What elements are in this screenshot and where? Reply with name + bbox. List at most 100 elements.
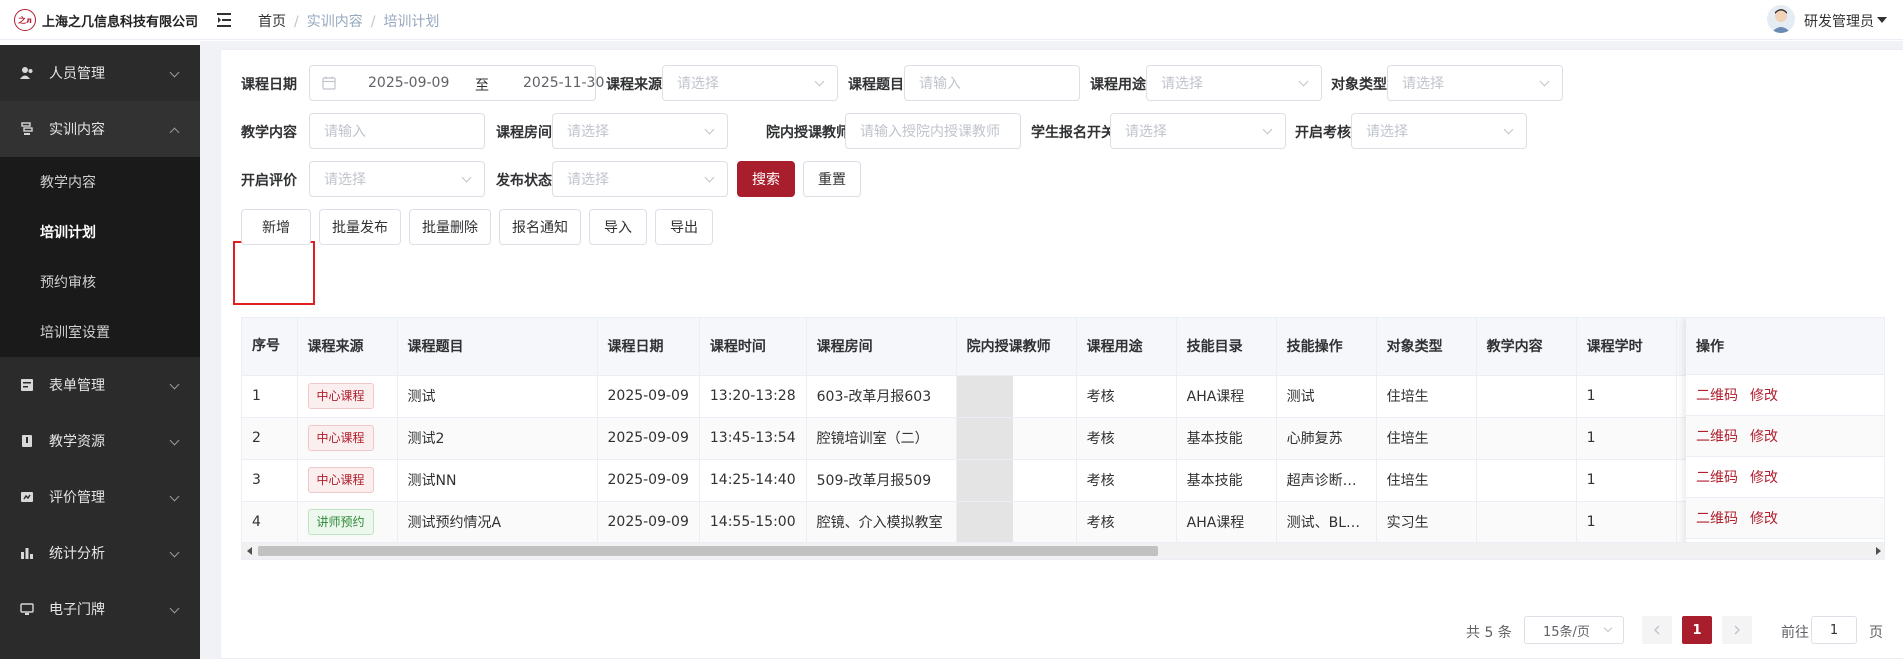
chevron-up-icon	[169, 127, 180, 138]
chevron-down-icon	[704, 172, 715, 183]
cell-teacher	[956, 459, 1077, 502]
add-button[interactable]: 新增	[241, 209, 311, 245]
edit-link[interactable]: 修改	[1750, 426, 1778, 446]
course-date-label: 课程日期	[241, 77, 297, 93]
scrollbar-thumb[interactable]	[258, 546, 1158, 556]
edit-link[interactable]: 修改	[1750, 467, 1778, 487]
reset-button[interactable]: 重置	[803, 161, 861, 197]
column-header-no: 序号	[242, 318, 298, 376]
next-page-button[interactable]	[1722, 616, 1752, 644]
export-button[interactable]: 导出	[655, 209, 713, 245]
sidebar-item-users[interactable]: 人员管理	[0, 45, 200, 101]
cell-date: 2025-09-09	[597, 459, 700, 502]
target-type-select[interactable]: 请选择	[1387, 65, 1563, 101]
batch-delete-button[interactable]: 批量删除	[409, 209, 491, 245]
breadcrumb-home[interactable]: 首页	[258, 14, 286, 30]
student-signup-placeholder: 请选择	[1125, 124, 1167, 140]
cell-source: 中心课程	[297, 459, 398, 502]
column-header-date: 课程日期	[597, 318, 700, 376]
operation-row: 二维码修改	[1686, 375, 1884, 416]
cell-time: 13:45-13:54	[699, 417, 807, 460]
qrcode-link[interactable]: 二维码	[1696, 508, 1738, 528]
chevron-down-icon	[1503, 124, 1514, 135]
cell-skill-dir: 基本技能	[1176, 417, 1277, 460]
redacted-block	[956, 417, 1013, 458]
edit-link[interactable]: 修改	[1750, 385, 1778, 405]
date-separator: 至	[475, 78, 489, 94]
sidebar-subitem-teaching-content[interactable]: 教学内容	[0, 157, 200, 207]
enable-evaluate-select[interactable]: 请选择	[309, 161, 485, 197]
breadcrumb-current: 培训计划	[383, 14, 440, 30]
edit-link[interactable]: 修改	[1750, 508, 1778, 528]
scroll-left-icon[interactable]	[247, 547, 252, 555]
sidebar-item-label: 表单管理	[49, 378, 105, 394]
teacher-placeholder: 请输入授院内授课教师	[860, 124, 1000, 140]
enable-exam-select[interactable]: 请选择	[1351, 113, 1527, 149]
import-button[interactable]: 导入	[589, 209, 647, 245]
sidebar-item-evaluation[interactable]: 评价管理	[0, 469, 200, 525]
page-number-button[interactable]: 1	[1682, 616, 1712, 644]
redacted-block	[956, 375, 1013, 416]
course-topic-input[interactable]: 请输入	[904, 65, 1080, 101]
avatar[interactable]	[1767, 5, 1795, 33]
cell-teacher	[956, 417, 1077, 460]
sidebar-subitem-room-settings[interactable]: 培训室设置	[0, 307, 200, 357]
caret-down-icon[interactable]	[1877, 17, 1887, 23]
sidebar-subitem-booking-review[interactable]: 预约审核	[0, 257, 200, 307]
prev-page-button[interactable]	[1642, 616, 1672, 644]
student-signup-label: 学生报名开关	[1031, 125, 1115, 141]
goto-page-input[interactable]: 1	[1811, 616, 1857, 644]
chevron-down-icon	[169, 379, 180, 390]
cell-content	[1476, 375, 1577, 418]
teaching-content-input[interactable]: 请输入	[309, 113, 485, 149]
student-signup-select[interactable]: 请选择	[1110, 113, 1286, 149]
chevron-right-icon	[1734, 625, 1740, 635]
cell-skill-op: 测试	[1276, 375, 1377, 418]
date-end[interactable]: 2025-11-30	[523, 75, 604, 91]
qrcode-link[interactable]: 二维码	[1696, 426, 1738, 446]
menu-toggle-icon[interactable]	[216, 10, 236, 30]
cell-purpose: 考核	[1076, 501, 1177, 544]
sidebar-item-e-doorplate[interactable]: 电子门牌	[0, 581, 200, 637]
course-date-range[interactable]: 2025-09-09 至 2025-11-30	[309, 65, 604, 101]
table-grid: 序号 课程来源 课程题目 课程日期 课程时间 课程房间 院内授课教师 课程用途 …	[242, 318, 1877, 559]
signup-notice-button[interactable]: 报名通知	[499, 209, 581, 245]
sidebar-item-forms[interactable]: 表单管理	[0, 357, 200, 413]
scroll-right-icon[interactable]	[1876, 547, 1881, 555]
pagination-total: 共 5 条	[1466, 625, 1512, 641]
column-header-skill-dir: 技能目录	[1176, 318, 1277, 376]
sidebar-subitem-training-plan[interactable]: 培训计划	[0, 207, 200, 257]
main-area: 课程日期 2025-09-09 至 2025-11-30 课程来源 请选择 课程…	[200, 41, 1903, 659]
column-header-room: 课程房间	[806, 318, 957, 376]
qrcode-link[interactable]: 二维码	[1696, 467, 1738, 487]
date-start[interactable]: 2025-09-09	[368, 75, 449, 91]
publish-status-select[interactable]: 请选择	[552, 161, 728, 197]
cell-source: 中心课程	[297, 417, 398, 460]
course-purpose-select[interactable]: 请选择	[1146, 65, 1322, 101]
book-icon	[20, 434, 34, 448]
username[interactable]: 研发管理员	[1804, 11, 1874, 31]
course-source-placeholder: 请选择	[677, 76, 719, 92]
teacher-label: 院内授课教师	[766, 125, 850, 141]
page-size-select[interactable]: 15条/页	[1524, 616, 1624, 644]
course-source-select[interactable]: 请选择	[662, 65, 838, 101]
target-type-label: 对象类型	[1331, 77, 1387, 93]
cell-topic: 测试NN	[397, 459, 598, 502]
chevron-down-icon	[169, 603, 180, 614]
table-row: 3 中心课程 测试NN 2025-09-09 14:25-14:40 509-改…	[242, 459, 1877, 502]
sidebar-item-statistics[interactable]: 统计分析	[0, 525, 200, 581]
teacher-input[interactable]: 请输入授院内授课教师	[845, 113, 1021, 149]
horizontal-scrollbar[interactable]	[242, 542, 1884, 559]
sidebar-item-content[interactable]: 实训内容	[0, 101, 200, 157]
course-room-placeholder: 请选择	[567, 124, 609, 140]
search-button[interactable]: 搜索	[737, 161, 795, 197]
qrcode-link[interactable]: 二维码	[1696, 385, 1738, 405]
cell-no: 3	[242, 459, 298, 502]
chart-icon	[20, 546, 34, 560]
batch-publish-button[interactable]: 批量发布	[319, 209, 401, 245]
source-tag: 中心课程	[307, 467, 374, 493]
course-room-select[interactable]: 请选择	[552, 113, 728, 149]
cell-target: 实习生	[1376, 501, 1477, 544]
chevron-down-icon	[169, 67, 180, 78]
sidebar-item-resources[interactable]: 教学资源	[0, 413, 200, 469]
